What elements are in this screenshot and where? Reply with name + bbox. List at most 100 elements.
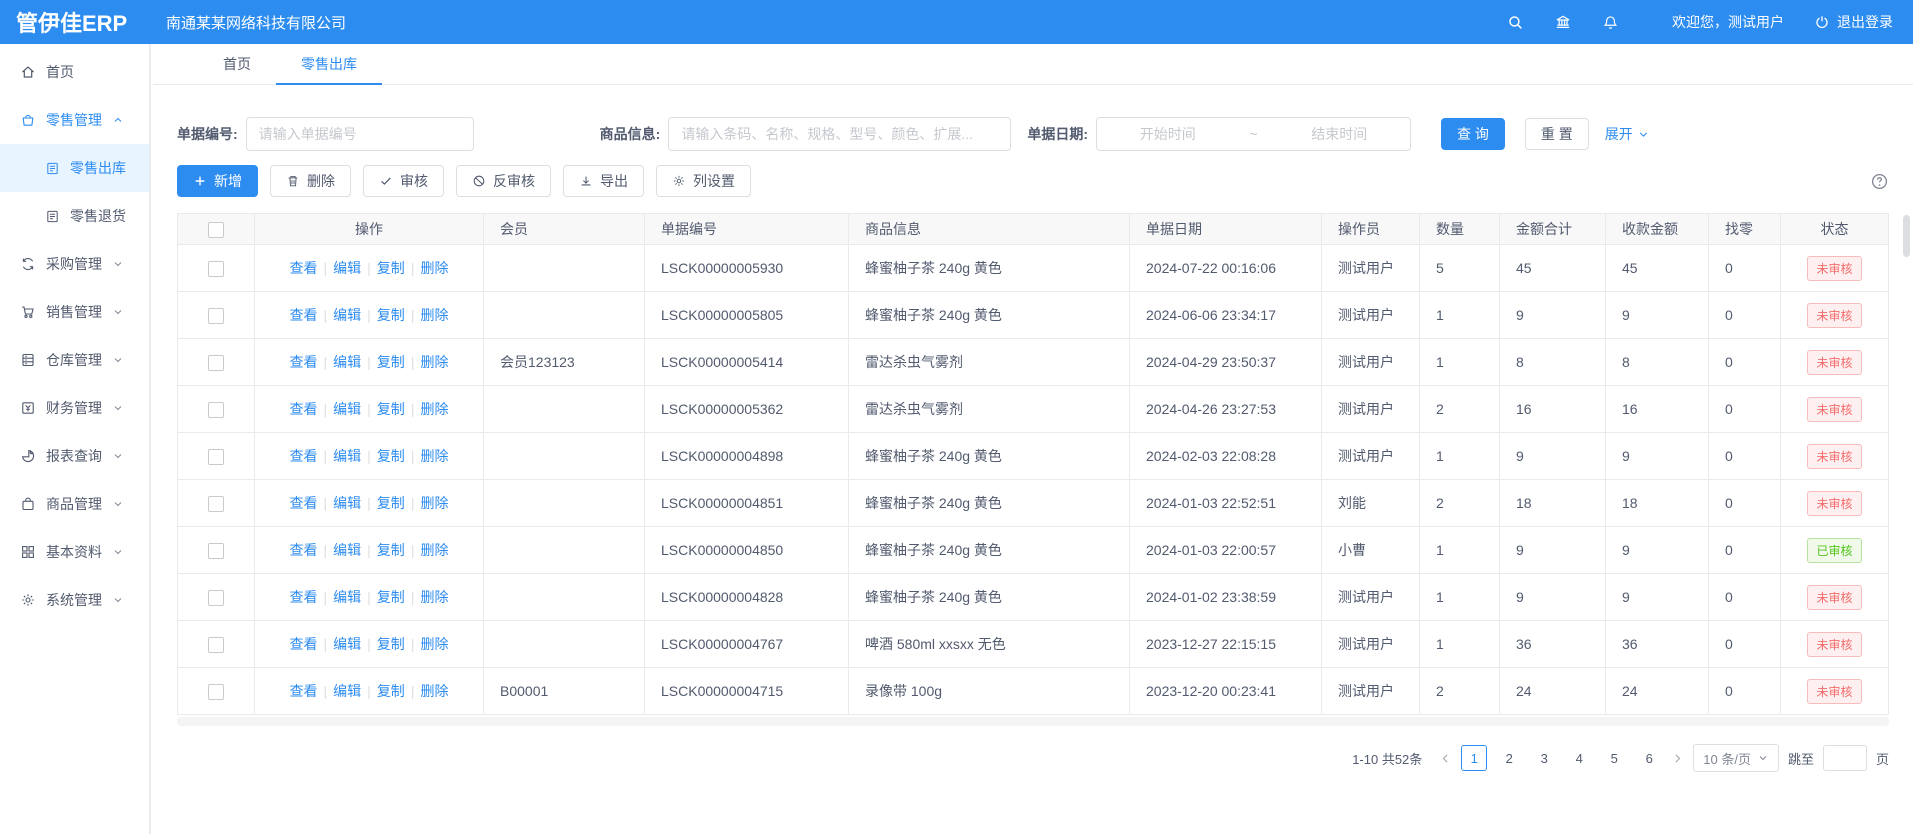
jump-to-input[interactable] [1823,745,1867,771]
row-action-3[interactable]: 删除 [420,589,448,605]
sidebar-item-warehouse-management[interactable]: 仓库管理 [0,336,149,384]
row-action-1[interactable]: 编辑 [333,589,361,605]
row-actions: 查看|编辑|复制|删除 [255,433,484,480]
sidebar-item-report-query[interactable]: 报表查询 [0,432,149,480]
row-action-0[interactable]: 查看 [290,307,318,323]
notification-bell-icon[interactable] [1602,14,1619,31]
row-action-2[interactable]: 复制 [377,354,405,370]
row-action-1[interactable]: 编辑 [333,307,361,323]
row-action-3[interactable]: 删除 [420,401,448,417]
row-action-1[interactable]: 编辑 [333,354,361,370]
sidebar-item-system-management[interactable]: 系统管理 [0,576,149,624]
row-action-0[interactable]: 查看 [290,683,318,699]
export-button[interactable]: 导出 [563,165,644,197]
row-action-1[interactable]: 编辑 [333,683,361,699]
bill-no-input[interactable] [246,117,474,151]
row-action-3[interactable]: 删除 [420,307,448,323]
row-action-0[interactable]: 查看 [290,260,318,276]
tab-home[interactable]: 首页 [198,44,276,84]
page-number-4[interactable]: 4 [1566,745,1592,771]
help-button[interactable] [1870,172,1889,191]
row-action-1[interactable]: 编辑 [333,542,361,558]
row-action-2[interactable]: 复制 [377,260,405,276]
vertical-scrollbar-thumb[interactable] [1903,215,1910,257]
row-action-2[interactable]: 复制 [377,636,405,652]
row-checkbox[interactable] [208,637,224,653]
row-action-2[interactable]: 复制 [377,542,405,558]
row-action-1[interactable]: 编辑 [333,495,361,511]
action-separator: | [367,448,371,464]
row-action-2[interactable]: 复制 [377,401,405,417]
page-number-2[interactable]: 2 [1496,745,1522,771]
row-action-3[interactable]: 删除 [420,495,448,511]
row-checkbox[interactable] [208,449,224,465]
unaudit-button[interactable]: 反审核 [456,165,551,197]
sidebar-item-home[interactable]: 首页 [0,48,149,96]
row-checkbox[interactable] [208,355,224,371]
table-horizontal-scrollbar[interactable] [177,717,1889,726]
reset-button[interactable]: 重 置 [1525,118,1589,150]
row-checkbox[interactable] [208,590,224,606]
tab-retail-outbound[interactable]: 零售出库 [276,44,382,84]
sidebar-item-purchase-management[interactable]: 采购管理 [0,240,149,288]
page-number-1[interactable]: 1 [1461,745,1487,771]
column-settings-button[interactable]: 列设置 [656,165,751,197]
sidebar-item-retail-outbound[interactable]: 零售出库 [0,144,149,192]
bill-no-cell: LSCK00000004828 [645,574,849,621]
row-action-3[interactable]: 删除 [420,354,448,370]
row-action-1[interactable]: 编辑 [333,401,361,417]
sidebar-item-retail-return[interactable]: 零售退货 [0,192,149,240]
product-info-input[interactable] [668,117,1011,151]
page-size-select[interactable]: 10 条/页 [1693,744,1779,772]
welcome-user[interactable]: 欢迎您，测试用户 [1649,12,1784,32]
search-icon[interactable] [1507,14,1524,31]
sidebar-item-product-management[interactable]: 商品管理 [0,480,149,528]
row-checkbox[interactable] [208,496,224,512]
row-action-3[interactable]: 删除 [420,260,448,276]
row-action-2[interactable]: 复制 [377,683,405,699]
select-all-checkbox[interactable] [208,222,224,238]
row-action-2[interactable]: 复制 [377,495,405,511]
page-number-5[interactable]: 5 [1601,745,1627,771]
row-checkbox[interactable] [208,543,224,559]
row-action-0[interactable]: 查看 [290,401,318,417]
audit-button[interactable]: 审核 [363,165,444,197]
row-action-1[interactable]: 编辑 [333,448,361,464]
date-range-input[interactable]: 开始时间 ~ 结束时间 [1096,117,1411,151]
sidebar-item-sales-management[interactable]: 销售管理 [0,288,149,336]
row-action-3[interactable]: 删除 [420,448,448,464]
row-action-2[interactable]: 复制 [377,589,405,605]
row-action-2[interactable]: 复制 [377,448,405,464]
row-action-0[interactable]: 查看 [290,636,318,652]
next-page-button[interactable] [1671,752,1684,765]
row-action-2[interactable]: 复制 [377,307,405,323]
row-action-0[interactable]: 查看 [290,542,318,558]
sidebar-item-finance-management[interactable]: 财务管理 [0,384,149,432]
row-action-3[interactable]: 删除 [420,683,448,699]
page-number-3[interactable]: 3 [1531,745,1557,771]
prev-page-button[interactable] [1439,752,1452,765]
sidebar-item-retail-management[interactable]: 零售管理 [0,96,149,144]
add-button[interactable]: 新增 [177,165,258,197]
row-action-0[interactable]: 查看 [290,354,318,370]
logout-button[interactable]: 退出登录 [1814,12,1893,32]
search-button[interactable]: 查 询 [1441,118,1505,150]
column-header: 操作员 [1322,214,1420,245]
row-checkbox[interactable] [208,308,224,324]
row-action-3[interactable]: 删除 [420,636,448,652]
row-checkbox[interactable] [208,684,224,700]
row-action-1[interactable]: 编辑 [333,636,361,652]
row-checkbox[interactable] [208,261,224,277]
sidebar-item-basic-data[interactable]: 基本资料 [0,528,149,576]
row-action-0[interactable]: 查看 [290,589,318,605]
bank-icon[interactable] [1554,13,1572,31]
delete-button[interactable]: 删除 [270,165,351,197]
page-number-6[interactable]: 6 [1636,745,1662,771]
expand-link[interactable]: 展开 [1605,124,1650,144]
qty-cell: 1 [1420,292,1500,339]
row-action-0[interactable]: 查看 [290,495,318,511]
row-action-3[interactable]: 删除 [420,542,448,558]
row-checkbox[interactable] [208,402,224,418]
row-action-1[interactable]: 编辑 [333,260,361,276]
row-action-0[interactable]: 查看 [290,448,318,464]
